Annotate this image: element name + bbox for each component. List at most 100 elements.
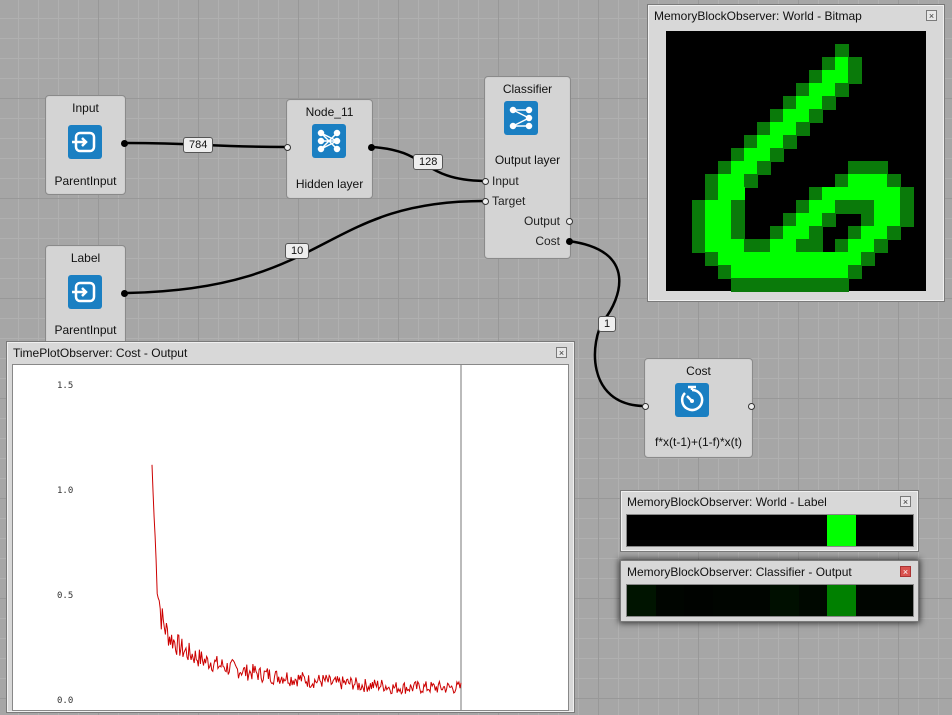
bitmap-pixel [835,83,849,97]
bitmap-pixel [731,148,745,162]
connection-label[interactable]: 1 [598,316,617,332]
bitmap-pixel [809,226,823,240]
input-node[interactable]: Input ParentInput [45,95,128,195]
bitmap-pixel [757,278,771,292]
label-observer-window[interactable]: MemoryBlockObserver: World - Label × [620,490,919,552]
target-port[interactable] [482,198,489,205]
close-button[interactable]: × [900,496,911,507]
port-label-cost: Cost [535,234,560,248]
bitmap-pixel [718,226,732,240]
bitmap-observer-window[interactable]: MemoryBlockObserver: World - Bitmap × [647,4,945,302]
memory-cell [741,515,770,546]
node-subtitle: ParentInput [54,323,117,337]
bitmap-pixel [861,200,875,214]
bitmap-pixel [809,70,823,84]
close-button[interactable]: × [900,566,911,577]
bitmap-pixel [744,265,758,279]
bitmap-pixel [822,252,836,266]
bitmap-pixel [731,278,745,292]
bitmap-pixel [809,239,823,253]
output-port[interactable] [566,218,573,225]
output-port[interactable] [121,290,128,297]
classifier-output-observer-window[interactable]: MemoryBlockObserver: Classifier - Output… [620,560,919,622]
bitmap-pixel [835,174,849,188]
bitmap-pixel [874,200,888,214]
bitmap-pixel [822,278,836,292]
output-port[interactable] [748,403,755,410]
bitmap-pixel [718,174,732,188]
bitmap-pixel [770,122,784,136]
input-port[interactable] [642,403,649,410]
close-button[interactable]: × [926,10,937,21]
cost-port[interactable] [566,238,573,245]
node-subtitle: Hidden layer [295,177,364,191]
output-port[interactable] [121,140,128,147]
hidden-layer-node[interactable]: Node_11 Hidden layer [284,99,375,199]
memory-cell [855,515,885,546]
bitmap-pixel [887,174,901,188]
bitmap-pixel [835,252,849,266]
bitmap-pixel [731,252,745,266]
bitmap-pixel [887,200,901,214]
node-title: Input [72,101,99,115]
node-subtitle: Output layer [494,153,561,167]
timeplot-observer-window[interactable]: TimePlotObserver: Cost - Output × 1.5 1.0… [6,341,575,713]
bitmap-pixel [692,200,706,214]
node-title: Node_11 [305,105,354,119]
bitmap-pixel [783,135,797,149]
bitmap-pixel [705,200,719,214]
label-node[interactable]: Label ParentInput [45,245,128,345]
bitmap-pixel [887,213,901,227]
memory-cell [769,585,799,616]
bitmap-pixel [822,83,836,97]
connection-label[interactable]: 10 [285,243,310,259]
memory-cell [741,585,770,616]
bitmap-pixel [861,252,875,266]
bitmap-pixel [822,57,836,71]
bitmap-pixel [796,239,810,253]
y-tick-label: 0.5 [57,591,73,601]
bitmap-pixel [757,135,771,149]
bitmap-pixel [718,239,732,253]
bitmap-pixel [783,122,797,136]
y-tick-label: 1.5 [57,381,73,391]
bitmap-pixel [809,83,823,97]
window-title: MemoryBlockObserver: World - Bitmap [654,9,862,23]
node-title: Cost [686,364,711,378]
bitmap-pixel [744,135,758,149]
bitmap-pixel [757,122,771,136]
bitmap-pixel [770,239,784,253]
bitmap-pixel [848,161,862,175]
input-port[interactable] [482,178,489,185]
bitmap-pixel [809,187,823,201]
classifier-node[interactable]: Classifier Output layer Input Target Out… [482,76,573,259]
bitmap-pixel [796,252,810,266]
bitmap-pixel [718,161,732,175]
bitmap-pixel [861,239,875,253]
bitmap-pixel [731,239,745,253]
input-port[interactable] [284,144,291,151]
bitmap-pixel [796,122,810,136]
connection-label[interactable]: 128 [413,154,444,170]
bitmap-pixel [835,239,849,253]
bitmap-pixel [822,265,836,279]
bitmap-pixel [874,161,888,175]
bitmap-pixel [705,213,719,227]
output-port[interactable] [368,144,375,151]
memory-cell [827,585,856,616]
bitmap-pixel [705,174,719,188]
bitmap-pixel [718,187,732,201]
window-title: MemoryBlockObserver: World - Label [627,495,827,509]
bitmap-pixel [874,239,888,253]
close-button[interactable]: × [556,347,567,358]
connection-label[interactable]: 784 [183,137,214,153]
cost-node[interactable]: Cost f*x(t-1)+(1-f)*x(t) [642,358,755,458]
output-memory-block [626,584,914,617]
bitmap-pixel [757,148,771,162]
memory-cell [712,515,742,546]
bitmap-pixel [887,187,901,201]
node-subtitle: ParentInput [54,174,117,188]
window-title: MemoryBlockObserver: Classifier - Output [627,565,852,579]
y-tick-label: 1.0 [57,486,73,496]
port-label-input: Input [492,174,519,188]
